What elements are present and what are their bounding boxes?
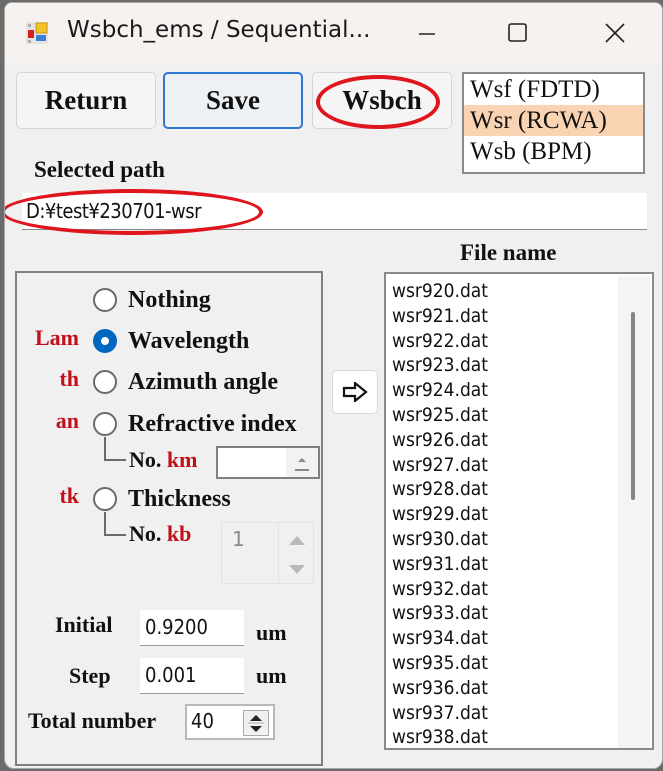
transfer-button[interactable] [332, 370, 378, 414]
kb-value: 1 [232, 527, 245, 551]
initial-input[interactable]: 0.9200 [140, 610, 244, 646]
minimize-icon[interactable] [407, 17, 447, 49]
kb-label: No. kb [129, 521, 192, 546]
save-button[interactable]: Save [163, 72, 303, 129]
var-tag-th: th [59, 366, 79, 391]
title-bar: Wsbch_ems / Sequential... [5, 3, 662, 63]
radio-label: Azimuth angle [128, 368, 278, 395]
spin-up-down-icon [289, 536, 305, 574]
window-title: Wsbch_ems / Sequential... [67, 17, 371, 43]
file-list-item[interactable]: wsr933.dat [392, 601, 488, 626]
step-unit: um [256, 663, 287, 688]
total-number-label: Total number [28, 708, 157, 733]
file-list-item[interactable]: wsr921.dat [392, 304, 488, 329]
file-list-item[interactable]: wsr937.dat [392, 701, 488, 726]
method-option-fdtd[interactable]: Wsf (FDTD) [464, 74, 643, 105]
app-grid-icon [26, 22, 48, 44]
file-list-item[interactable]: wsr932.dat [392, 577, 488, 602]
step-input[interactable]: 0.001 [140, 658, 244, 694]
file-name-header: File name [460, 240, 557, 265]
selected-path-label: Selected path [34, 157, 165, 182]
total-number-spinner[interactable]: 40 [185, 704, 275, 740]
kb-tag: kb [166, 521, 192, 546]
km-label: No. km [129, 447, 198, 472]
file-list-item[interactable]: wsr922.dat [392, 329, 488, 354]
file-list-item[interactable]: wsr928.dat [392, 477, 488, 502]
file-items: wsr920.dat wsr921.dat wsr922.dat wsr923.dat… [392, 279, 488, 748]
spin-up-down-icon[interactable] [244, 711, 268, 735]
step-label: Step [69, 663, 111, 688]
total-number-arrows[interactable] [243, 710, 269, 736]
km-spinner[interactable] [216, 446, 320, 479]
file-list-item[interactable]: wsr920.dat [392, 279, 488, 304]
file-list-item[interactable]: wsr930.dat [392, 527, 488, 552]
spin-up-icon[interactable] [286, 448, 318, 477]
radio-label: Thickness [128, 485, 231, 512]
vertical-scrollbar[interactable] [618, 276, 650, 748]
file-listbox[interactable]: wsr920.dat wsr921.dat wsr922.dat wsr923.dat… [384, 272, 654, 750]
file-list-item[interactable]: wsr927.dat [392, 453, 488, 478]
file-list-item[interactable]: wsr925.dat [392, 403, 488, 428]
method-option-rcwa[interactable]: Wsr (RCWA) [464, 105, 643, 136]
radio-button[interactable] [93, 412, 117, 436]
divider [278, 523, 279, 583]
var-tag-lam: Lam [35, 325, 79, 350]
radio-label: Nothing [128, 286, 211, 313]
radio-refractive-index[interactable]: Refractive index [93, 409, 297, 439]
radio-thickness[interactable]: Thickness [93, 484, 231, 514]
file-list-item[interactable]: wsr935.dat [392, 651, 488, 676]
km-spinner-arrows[interactable] [286, 448, 318, 477]
radio-button[interactable] [93, 288, 117, 312]
radio-label: Refractive index [128, 410, 297, 437]
method-option-bpm[interactable]: Wsb (BPM) [464, 136, 643, 167]
app-window: Wsbch_ems / Sequential... Return Save Ws… [4, 2, 663, 769]
radio-button-checked[interactable] [93, 329, 117, 353]
radio-azimuth-angle[interactable]: Azimuth angle [93, 367, 278, 397]
method-listbox[interactable]: Wsf (FDTD) Wsr (RCWA) Wsb (BPM) [462, 72, 645, 174]
radio-nothing[interactable]: Nothing [93, 285, 211, 315]
file-list-item[interactable]: wsr931.dat [392, 552, 488, 577]
tree-connector [104, 437, 126, 461]
return-button[interactable]: Return [16, 72, 156, 129]
radio-wavelength[interactable]: Wavelength [93, 326, 249, 356]
selected-path-field[interactable]: D:¥test¥230701-wsr [22, 193, 647, 230]
close-icon[interactable] [595, 17, 635, 49]
tree-connector [104, 512, 126, 536]
maximize-icon[interactable] [497, 17, 537, 49]
file-list-item[interactable]: wsr929.dat [392, 502, 488, 527]
initial-unit: um [256, 620, 287, 645]
right-arrow-icon [342, 382, 368, 402]
file-list-item[interactable]: wsr938.dat [392, 725, 488, 748]
radio-label: Wavelength [128, 327, 250, 354]
file-list-item[interactable]: wsr926.dat [392, 428, 488, 453]
km-tag: km [166, 447, 198, 472]
file-list-item[interactable]: wsr924.dat [392, 378, 488, 403]
scroll-thumb[interactable] [631, 312, 635, 500]
file-list-item[interactable]: wsr923.dat [392, 353, 488, 378]
initial-label: Initial [55, 612, 113, 637]
total-number-value[interactable]: 40 [191, 709, 214, 733]
radio-button[interactable] [93, 370, 117, 394]
radio-button[interactable] [93, 487, 117, 511]
file-list-item[interactable]: wsr934.dat [392, 626, 488, 651]
var-tag-tk: tk [59, 483, 79, 508]
file-list-item[interactable]: wsr936.dat [392, 676, 488, 701]
var-tag-an: an [55, 408, 79, 433]
kb-spinner-disabled: 1 [221, 522, 314, 584]
wsbch-button[interactable]: Wsbch [312, 72, 452, 129]
